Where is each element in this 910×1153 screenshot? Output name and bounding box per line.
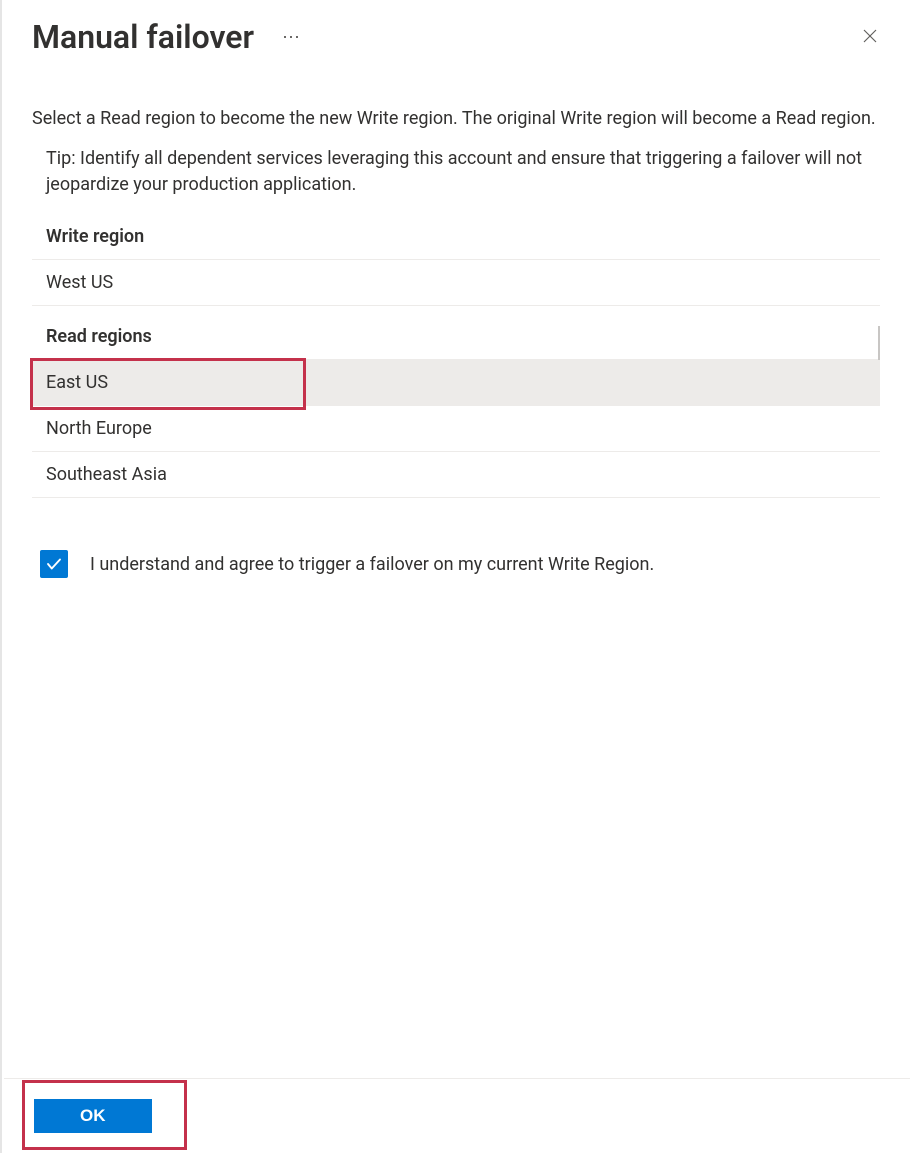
panel-content: Select a Read region to become the new W… xyxy=(2,56,910,578)
read-regions-header: Read regions xyxy=(32,326,878,360)
region-label: Southeast Asia xyxy=(46,464,167,485)
tip-text: Tip: Identify all dependent services lev… xyxy=(32,146,880,198)
read-regions-section: Read regions East US North Europe Southe… xyxy=(32,326,880,498)
write-region-header: Write region xyxy=(32,226,880,260)
consent-checkbox[interactable] xyxy=(40,550,68,578)
read-region-row-southeast-asia[interactable]: Southeast Asia xyxy=(32,452,880,498)
read-region-row-east-us[interactable]: East US xyxy=(32,360,880,406)
more-options-icon[interactable]: ⋯ xyxy=(282,27,301,48)
panel-header: Manual failover ⋯ xyxy=(2,0,910,56)
write-region-section: Write region West US xyxy=(32,226,880,306)
checkmark-icon xyxy=(45,555,63,573)
region-label: East US xyxy=(46,372,108,393)
consent-label: I understand and agree to trigger a fail… xyxy=(90,554,654,575)
panel-footer: OK xyxy=(4,1078,910,1153)
close-icon xyxy=(861,27,879,45)
write-region-value: West US xyxy=(32,260,880,306)
description-text: Select a Read region to become the new W… xyxy=(32,106,880,132)
panel-title: Manual failover xyxy=(32,18,254,56)
read-region-row-north-europe[interactable]: North Europe xyxy=(32,406,880,452)
header-left: Manual failover ⋯ xyxy=(32,18,301,56)
close-button[interactable] xyxy=(860,27,880,47)
ok-button[interactable]: OK xyxy=(34,1099,152,1133)
region-label: North Europe xyxy=(46,418,152,439)
consent-row: I understand and agree to trigger a fail… xyxy=(32,550,880,578)
